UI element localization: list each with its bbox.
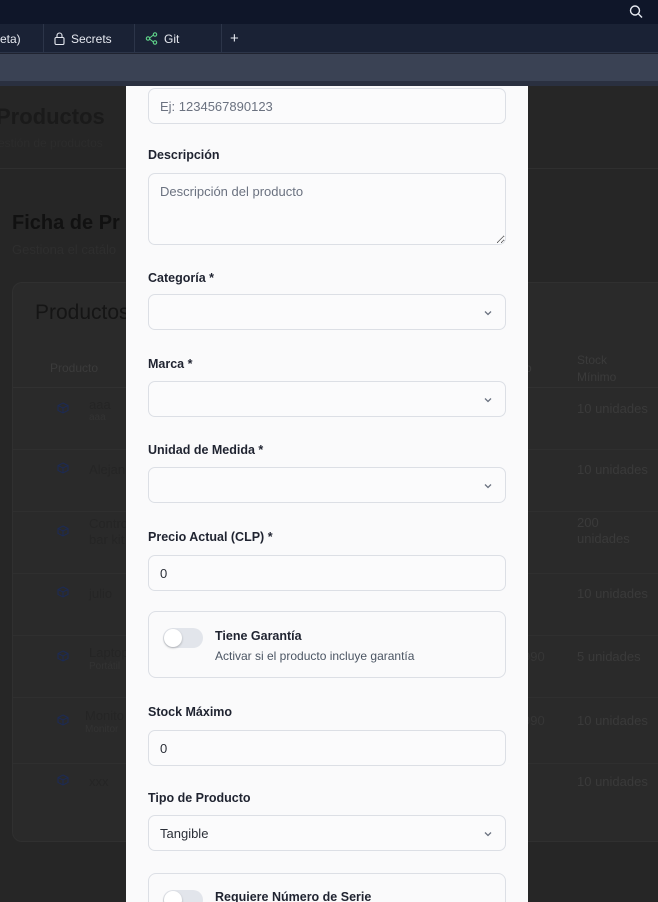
tab-secrets[interactable]: Secrets (44, 24, 135, 53)
tab-label: Secrets (71, 31, 112, 46)
product-cube-icon (57, 714, 69, 726)
tab-label: Git (164, 31, 180, 46)
product-cube-icon (57, 525, 69, 537)
unit-select[interactable] (148, 467, 506, 503)
brand-select[interactable] (148, 381, 506, 417)
unit-label: Unidad de Medida * (148, 443, 264, 457)
browser-top-bar (0, 0, 658, 24)
product-type-value: Tangible (160, 825, 209, 841)
column-header-stock-line1: Stock (577, 353, 608, 367)
product-cube-icon (57, 774, 69, 786)
category-select[interactable] (148, 294, 506, 330)
product-cube-icon (57, 650, 69, 662)
column-header-stock-line2: Mínimo (577, 370, 617, 384)
product-cube-icon (57, 462, 69, 474)
product-name: Monito (85, 708, 125, 723)
product-cube-icon (57, 402, 69, 414)
description-textarea[interactable] (148, 173, 506, 245)
serial-switch[interactable] (163, 890, 203, 902)
chevron-down-icon (484, 484, 492, 489)
product-stock: 10 unidades (577, 774, 648, 789)
product-type-select[interactable]: Tangible (148, 815, 506, 851)
warranty-description: Activar si el producto incluye garantía (215, 649, 415, 663)
product-desc: Monitor (85, 724, 119, 735)
warranty-title: Tiene Garantía (215, 629, 302, 643)
section-title: Ficha de Pr (12, 212, 120, 234)
max-stock-value: 0 (160, 740, 168, 756)
product-name: Contro (89, 516, 129, 531)
search-icon[interactable] (628, 4, 644, 20)
price-input[interactable]: 0 (148, 555, 506, 591)
max-stock-input[interactable]: 0 (148, 730, 506, 766)
product-desc: aaa (89, 412, 106, 423)
product-type-label: Tipo de Producto (148, 791, 251, 805)
page-title: Productos (0, 104, 105, 129)
tab-bar: eta) Secrets Git + (0, 24, 658, 53)
product-name: xxx (89, 774, 109, 789)
product-stock-unit: unidades (577, 531, 630, 546)
product-stock: 10 unidades (577, 401, 648, 416)
warranty-toggle-card: Tiene Garantía Activar si el producto in… (148, 611, 506, 678)
product-desc: Portátil (89, 661, 121, 672)
product-form-modal: Descripción Categoría * Marca * Unidad d… (126, 86, 528, 902)
price-label: Precio Actual (CLP) * (148, 530, 273, 544)
serial-toggle-card: Requiere Número de Serie (148, 873, 506, 902)
tab-git[interactable]: Git (135, 24, 222, 53)
product-name: julio (89, 586, 113, 601)
product-name-line2: bar kit (89, 532, 125, 547)
price-value: 0 (160, 565, 168, 581)
product-stock: 200 (577, 515, 599, 530)
switch-knob (164, 629, 182, 647)
chevron-down-icon (484, 398, 492, 403)
section-subtitle: Gestiona el catálo (12, 242, 117, 257)
card-title: Productos (35, 301, 130, 324)
tab-label: eta) (0, 31, 21, 46)
new-tab-button[interactable]: + (230, 24, 239, 53)
chevron-down-icon (484, 832, 492, 837)
product-name: aaa (89, 397, 111, 412)
product-name: Alejan (89, 462, 126, 477)
tab-beta[interactable]: eta) (0, 24, 44, 53)
page-subtitle: estión de productos (0, 136, 103, 150)
column-header-product: Producto (50, 361, 99, 375)
product-stock: 10 unidades (577, 713, 648, 728)
brand-label: Marca * (148, 357, 193, 371)
product-stock: 10 unidades (577, 462, 648, 477)
product-name: Laptop (89, 645, 129, 660)
product-stock: 5 unidades (577, 649, 641, 664)
max-stock-label: Stock Máximo (148, 705, 233, 719)
category-label: Categoría * (148, 271, 214, 285)
product-stock: 10 unidades (577, 586, 648, 601)
description-label: Descripción (148, 148, 220, 162)
address-bar[interactable] (0, 54, 658, 81)
switch-knob (164, 891, 182, 902)
lock-icon (54, 32, 65, 45)
barcode-input[interactable] (148, 88, 506, 124)
serial-title: Requiere Número de Serie (215, 890, 372, 902)
product-cube-icon (57, 586, 69, 598)
warranty-switch[interactable] (163, 628, 203, 648)
chevron-down-icon (484, 311, 492, 316)
git-branch-icon (145, 32, 158, 45)
